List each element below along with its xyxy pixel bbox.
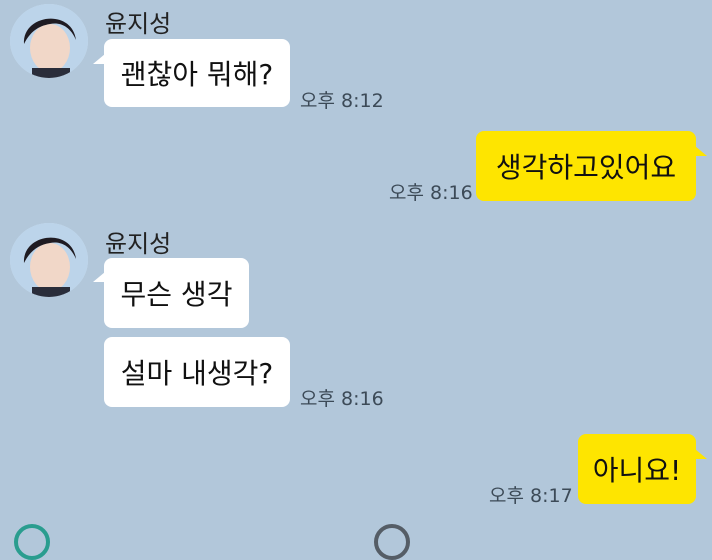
sender-name: 윤지성 bbox=[105, 230, 172, 258]
incoming-message-bubble[interactable]: 무슨 생각 bbox=[104, 258, 249, 328]
emoji-button-icon[interactable] bbox=[14, 524, 50, 560]
avatar[interactable] bbox=[10, 223, 88, 297]
bubble-tail bbox=[695, 449, 707, 459]
outgoing-message-bubble[interactable]: 아니요! bbox=[578, 434, 696, 504]
message-timestamp: 오후 8:16 bbox=[389, 182, 473, 204]
message-timestamp: 오후 8:16 bbox=[300, 388, 384, 410]
sender-name: 윤지성 bbox=[105, 10, 172, 38]
more-button-icon[interactable] bbox=[374, 524, 410, 560]
avatar[interactable] bbox=[10, 4, 88, 78]
outgoing-message-bubble[interactable]: 생각하고있어요 bbox=[476, 131, 696, 201]
bubble-tail bbox=[695, 146, 707, 156]
incoming-message-bubble[interactable]: 설마 내생각? bbox=[104, 337, 290, 407]
message-timestamp: 오후 8:17 bbox=[489, 485, 573, 507]
incoming-message-bubble[interactable]: 괜찮아 뭐해? bbox=[104, 39, 290, 107]
message-timestamp: 오후 8:12 bbox=[300, 90, 384, 112]
